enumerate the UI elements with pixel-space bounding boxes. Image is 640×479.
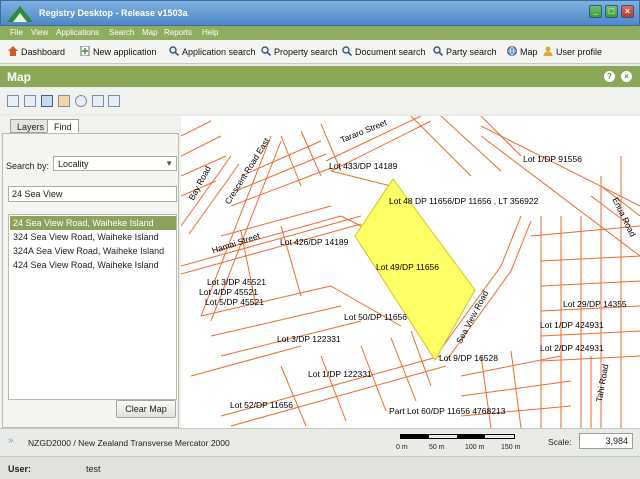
parcel-label: Lot 3/DP 45521 — [207, 277, 266, 287]
parcel-label: Lot 3/DP 122331 — [277, 334, 341, 344]
zoom-icon[interactable] — [24, 95, 36, 107]
user-icon — [543, 46, 553, 56]
parcel-label: Lot 29/DP 14355 — [563, 299, 627, 309]
menu-view[interactable]: View — [31, 28, 48, 37]
user-profile-label: User profile — [556, 47, 603, 57]
parcel-label: Lot 1/DP 91556 — [523, 154, 582, 164]
scale-tick-label: 100 m — [465, 444, 485, 451]
main-toolbar: Dashboard New application Application se… — [0, 40, 640, 64]
parcel-label: Lot 1/DP 424931 — [540, 320, 604, 330]
scale-tick-label: 0 m — [396, 444, 408, 451]
scale-input[interactable]: 3,984 — [579, 433, 633, 449]
parcel-label: Lot 433/DP 14189 — [329, 161, 398, 171]
magnifier-icon — [342, 46, 352, 56]
menu-help[interactable]: Help — [202, 28, 218, 37]
magnifier-icon — [433, 46, 443, 56]
parcel-label: Lot 426/DP 14189 — [280, 237, 349, 247]
list-item[interactable]: 424 Sea View Road, Waiheke Island — [10, 258, 176, 272]
scale-tick-label: 50 m — [429, 444, 445, 451]
parcel-label: Lot 1/DP 122331 — [308, 369, 372, 379]
magnifier-icon — [261, 46, 271, 56]
map-panel-title: Map — [7, 70, 31, 84]
find-query-input[interactable]: 24 Sea View — [8, 186, 177, 202]
map-status-bar: » NZGD2000 / New Zealand Transverse Merc… — [0, 428, 640, 456]
find-panel: Layers Find Search by: Locality ▼ 24 Sea… — [0, 116, 181, 428]
clear-map-button[interactable]: Clear Map — [116, 400, 176, 418]
parcel-label: Lot 5/DP 45521 — [205, 297, 264, 307]
parcel-label: Part Lot 60/DP 11656 4768213 — [389, 406, 506, 416]
parcel-label: Lot 9/DP 16528 — [439, 353, 498, 363]
maximize-button[interactable]: □ — [605, 5, 618, 18]
menu-search[interactable]: Search — [109, 28, 134, 37]
document-search-label: Document search — [355, 47, 426, 57]
parcel-label: Lot 4/DP 45521 — [199, 287, 258, 297]
user-profile-button[interactable]: User profile — [543, 46, 602, 57]
expand-icon[interactable]: » — [8, 435, 14, 446]
search-by-value: Locality — [58, 159, 89, 169]
document-search-button[interactable]: Document search — [342, 46, 426, 57]
search-by-label: Search by: — [6, 161, 50, 171]
map-button[interactable]: Map — [507, 46, 538, 57]
new-document-icon — [80, 46, 90, 56]
home-icon — [8, 46, 18, 56]
parcel-label: Lot 48 DP 11656/DP 11656 , LT 356922 — [389, 196, 539, 206]
tab-layers[interactable]: Layers — [10, 119, 52, 133]
chevron-down-icon: ▼ — [165, 159, 173, 168]
parcel-label: Lot 49/DP 11656 — [376, 262, 440, 272]
list-item[interactable]: 324 Sea View Road, Waiheke Island — [10, 230, 176, 244]
dashboard-button[interactable]: Dashboard — [8, 46, 65, 57]
map-label: Map — [520, 47, 538, 57]
user-value: test — [86, 464, 101, 474]
minimize-button[interactable]: _ — [589, 5, 602, 18]
map-panel-header: Map ? × — [0, 66, 640, 87]
parcel-label: Lot 50/DP 11656 — [344, 312, 408, 322]
new-application-button[interactable]: New application — [80, 46, 157, 57]
application-search-label: Application search — [182, 47, 256, 57]
help-icon[interactable]: ? — [604, 71, 615, 82]
scale-tick-label: 150 m — [501, 444, 521, 451]
close-icon[interactable]: × — [621, 71, 632, 82]
menu-bar: File View Applications Search Map Report… — [0, 26, 640, 40]
globe-icon — [507, 46, 517, 56]
info-icon[interactable] — [75, 95, 87, 107]
export-icon[interactable] — [108, 95, 120, 107]
user-label: User: — [8, 464, 32, 474]
dashboard-label: Dashboard — [21, 47, 66, 57]
results-list: 24 Sea View Road, Waiheke Island 324 Sea… — [8, 214, 177, 400]
zoom-box-icon[interactable] — [41, 95, 53, 107]
menu-map[interactable]: Map — [142, 28, 158, 37]
close-window-button[interactable]: × — [621, 5, 634, 18]
tab-find[interactable]: Find — [47, 119, 79, 133]
print-icon[interactable] — [92, 95, 104, 107]
parcel-label: Lot 52/DP 11656 — [230, 400, 294, 410]
party-search-button[interactable]: Party search — [433, 46, 497, 57]
scale-bar — [400, 434, 515, 439]
menu-applications[interactable]: Applications — [56, 28, 99, 37]
title-bar: Registry Desktop - Release v1503a _ □ × — [0, 0, 640, 26]
menu-reports[interactable]: Reports — [164, 28, 192, 37]
map-tools-bar — [0, 88, 640, 114]
menu-file[interactable]: File — [10, 28, 23, 37]
magnifier-icon — [169, 46, 179, 56]
pan-hand-icon[interactable] — [58, 95, 70, 107]
window-title: Registry Desktop - Release v1503a — [39, 8, 188, 18]
list-item[interactable]: 24 Sea View Road, Waiheke Island — [10, 216, 176, 230]
map-canvas[interactable]: Tararo Street Crescent Road East Bay Roa… — [181, 116, 640, 428]
app-logo-icon — [7, 6, 33, 22]
list-item[interactable]: 324A Sea View Road, Waiheke Island — [10, 244, 176, 258]
user-status-bar: User: test — [0, 456, 640, 479]
search-by-select[interactable]: Locality ▼ — [53, 156, 177, 171]
party-search-label: Party search — [446, 47, 497, 57]
application-search-button[interactable]: Application search — [169, 46, 256, 57]
scale-label: Scale: — [548, 437, 572, 447]
new-application-label: New application — [93, 47, 157, 57]
zoom-extent-icon[interactable] — [7, 95, 19, 107]
property-search-label: Property search — [274, 47, 338, 57]
property-search-button[interactable]: Property search — [261, 46, 338, 57]
parcel-label: Lot 2/DP 424931 — [540, 343, 604, 353]
projection-label: NZGD2000 / New Zealand Transverse Mercat… — [28, 438, 230, 448]
